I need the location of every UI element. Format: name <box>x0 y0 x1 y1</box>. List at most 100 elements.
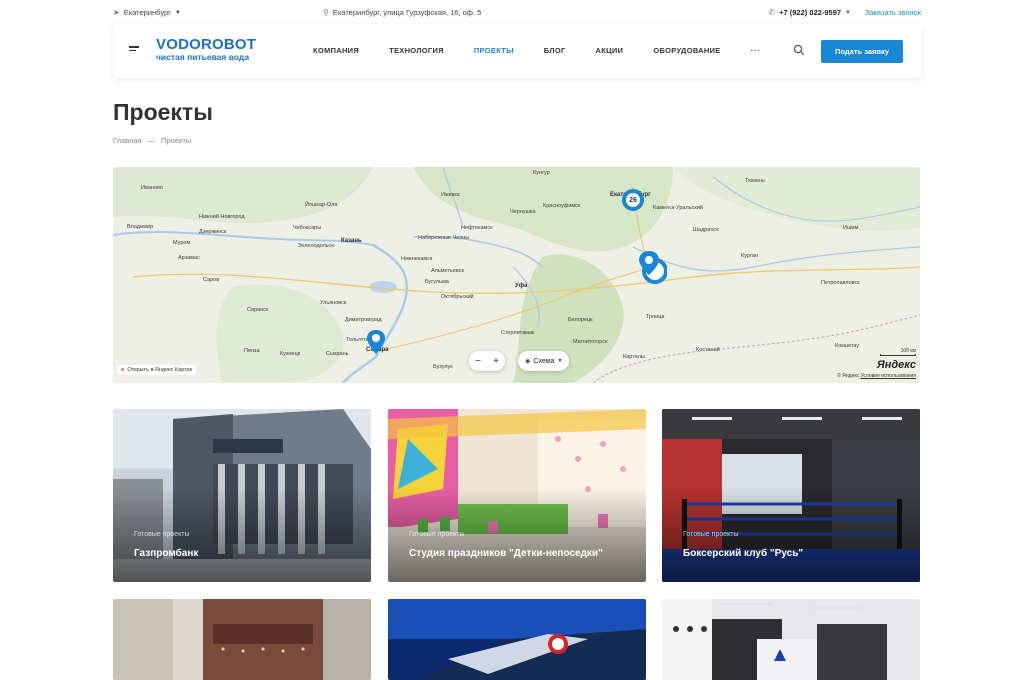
phone-number[interactable]: +7 (922) 022-9597 <box>779 8 841 17</box>
city-label: Белорецк <box>568 317 593 323</box>
city-label: Арзамас <box>178 255 200 261</box>
city-label: Шадринск <box>693 227 719 233</box>
city-label: Муром <box>173 240 191 246</box>
map-attribution: © Яндекс Условия использования <box>837 373 916 379</box>
project-card[interactable]: Готовые проекты Боксерский клуб "Русь" <box>662 409 920 582</box>
city-label: Бугульма <box>425 279 449 285</box>
logo[interactable]: VODOROBOT чистая питьевая вода <box>156 36 257 63</box>
breadcrumb-separator: — <box>147 136 156 145</box>
city-label: Зеленодольск <box>298 243 334 249</box>
city-label: Чернушка <box>510 209 536 215</box>
logo-tagline: чистая питьевая вода <box>156 52 250 62</box>
terms-link[interactable]: Условия использования <box>861 373 917 379</box>
map-layer-selector[interactable]: ◈ Схема ▼ <box>518 351 570 371</box>
city-label: Димитровград <box>345 317 382 323</box>
chevron-down-icon: ▼ <box>557 358 563 364</box>
city-label: Дзержинск <box>199 229 227 235</box>
city-label: Ишим <box>843 225 859 231</box>
city-label: Набережные Челны <box>418 235 470 241</box>
city-label: Иваново <box>141 185 163 191</box>
city-label: Нижнекамск <box>401 256 433 262</box>
project-category: Готовые проекты <box>134 531 190 538</box>
search-icon[interactable] <box>793 44 805 56</box>
callback-link[interactable]: Заказать звонок <box>865 8 921 17</box>
scale-bar <box>880 354 916 356</box>
nav-item-projects[interactable]: ПРОЕКТЫ <box>474 46 514 55</box>
project-card[interactable] <box>662 599 920 680</box>
map-terrain <box>113 167 920 383</box>
city-label: Ульяновск <box>320 300 347 306</box>
city-label: Магнитогорск <box>573 339 608 345</box>
topbar: ➤ Екатеринбург ▼ ⚲ Екатеринбург, улица Г… <box>113 0 921 24</box>
projects-map[interactable]: Иваново Нижний Новгород Дзержинск Владим… <box>113 167 920 383</box>
map-pin-icon: ● <box>121 367 125 373</box>
city-label: Тюмень <box>745 178 765 184</box>
city-label: Каменск-Уральский <box>653 205 703 211</box>
layers-icon: ◈ <box>525 358 531 365</box>
city-label: Бузулук <box>433 364 453 370</box>
project-photo <box>662 599 920 680</box>
main-nav: КОМПАНИЯ ТЕХНОЛОГИЯ ПРОЕКТЫ БЛОГ АКЦИИ О… <box>313 46 761 55</box>
scale-label: 100 км <box>900 348 916 354</box>
map-pin-icon: ⚲ <box>323 8 329 17</box>
city-label: Сызрань <box>326 351 349 357</box>
breadcrumb-current: Проекты <box>161 136 192 145</box>
map-pin-icon[interactable] <box>637 251 667 285</box>
zoom-out-button[interactable]: − <box>469 356 487 367</box>
map-pin-icon[interactable] <box>366 330 386 356</box>
breadcrumb: Главная — Проекты <box>113 136 191 145</box>
chevron-down-icon: ▼ <box>845 9 851 16</box>
city-label: Петропавловск <box>821 280 860 286</box>
map-cluster-marker[interactable]: 26 <box>622 189 644 211</box>
city-label: Карталы <box>623 354 645 360</box>
scheme-label: Схема <box>533 357 555 365</box>
submit-request-button[interactable]: Подать заявку <box>821 40 903 63</box>
project-photo <box>113 599 371 680</box>
nav-item-promotions[interactable]: АКЦИИ <box>596 46 624 55</box>
cluster-count: 26 <box>629 196 637 204</box>
yandex-logo: Яндекс <box>876 359 916 371</box>
city-label: Курган <box>741 253 758 259</box>
nav-item-blog[interactable]: БЛОГ <box>544 46 566 55</box>
city-selector[interactable]: ➤ Екатеринбург ▼ <box>113 8 181 17</box>
city-label: Саров <box>203 277 220 283</box>
project-card[interactable] <box>113 599 371 680</box>
zoom-in-button[interactable]: + <box>487 356 505 367</box>
page-title: Проекты <box>113 99 213 125</box>
project-name: Боксерский клуб "Русь" <box>683 548 804 559</box>
city-label: Владимир <box>127 224 154 230</box>
logo-brand: VODOROBOT <box>156 36 257 53</box>
project-card[interactable]: Готовые проекты Студия праздников "Детки… <box>388 409 646 582</box>
city-label: Троица <box>646 314 665 320</box>
city-label: Альметьевск <box>431 268 464 274</box>
city-label: Ижевск <box>441 192 460 198</box>
project-name: Студия праздников "Детки-непоседки" <box>409 548 603 559</box>
project-card[interactable] <box>388 599 646 680</box>
open-link-text: Открыть в Яндекс Картах <box>127 367 193 373</box>
city-label: Пенза <box>244 348 260 354</box>
map-scale: 100 км <box>880 348 916 356</box>
breadcrumb-home[interactable]: Главная <box>113 136 142 145</box>
office-address: ⚲ Екатеринбург, улица Гурзуфская, 16, оф… <box>323 8 481 17</box>
nav-item-technology[interactable]: ТЕХНОЛОГИЯ <box>389 46 444 55</box>
city-label: Чебоксары <box>293 225 322 231</box>
phone-selector[interactable]: ✆ +7 (922) 022-9597 ▼ <box>768 8 851 17</box>
city-label: Йошкар-Ола <box>305 202 338 208</box>
city-label: Стерлитамак <box>501 330 535 336</box>
copyright: © Яндекс <box>837 373 860 379</box>
open-in-yandex-maps-link[interactable]: ● Открыть в Яндекс Картах <box>117 365 197 375</box>
city-label: Екатеринбург <box>123 8 171 17</box>
nav-item-company[interactable]: КОМПАНИЯ <box>313 46 359 55</box>
city-label: Саранск <box>247 307 269 313</box>
menu-icon[interactable] <box>129 46 139 54</box>
phone-icon: ✆ <box>768 8 776 17</box>
map-zoom-controls: − + <box>469 351 505 371</box>
city-label: Кокшетау <box>835 343 860 349</box>
city-label: Октябрьский <box>441 294 474 300</box>
nav-item-equipment[interactable]: ОБОРУДОВАНИЕ <box>653 46 720 55</box>
nav-more-button[interactable]: ··· <box>751 46 762 55</box>
address-text: Екатеринбург, улица Гурзуфская, 16, оф. … <box>332 8 482 17</box>
chevron-down-icon: ▼ <box>174 9 181 16</box>
project-category: Готовые проекты <box>683 531 739 538</box>
project-card[interactable]: Готовые проекты Газпромбанк <box>113 409 371 582</box>
